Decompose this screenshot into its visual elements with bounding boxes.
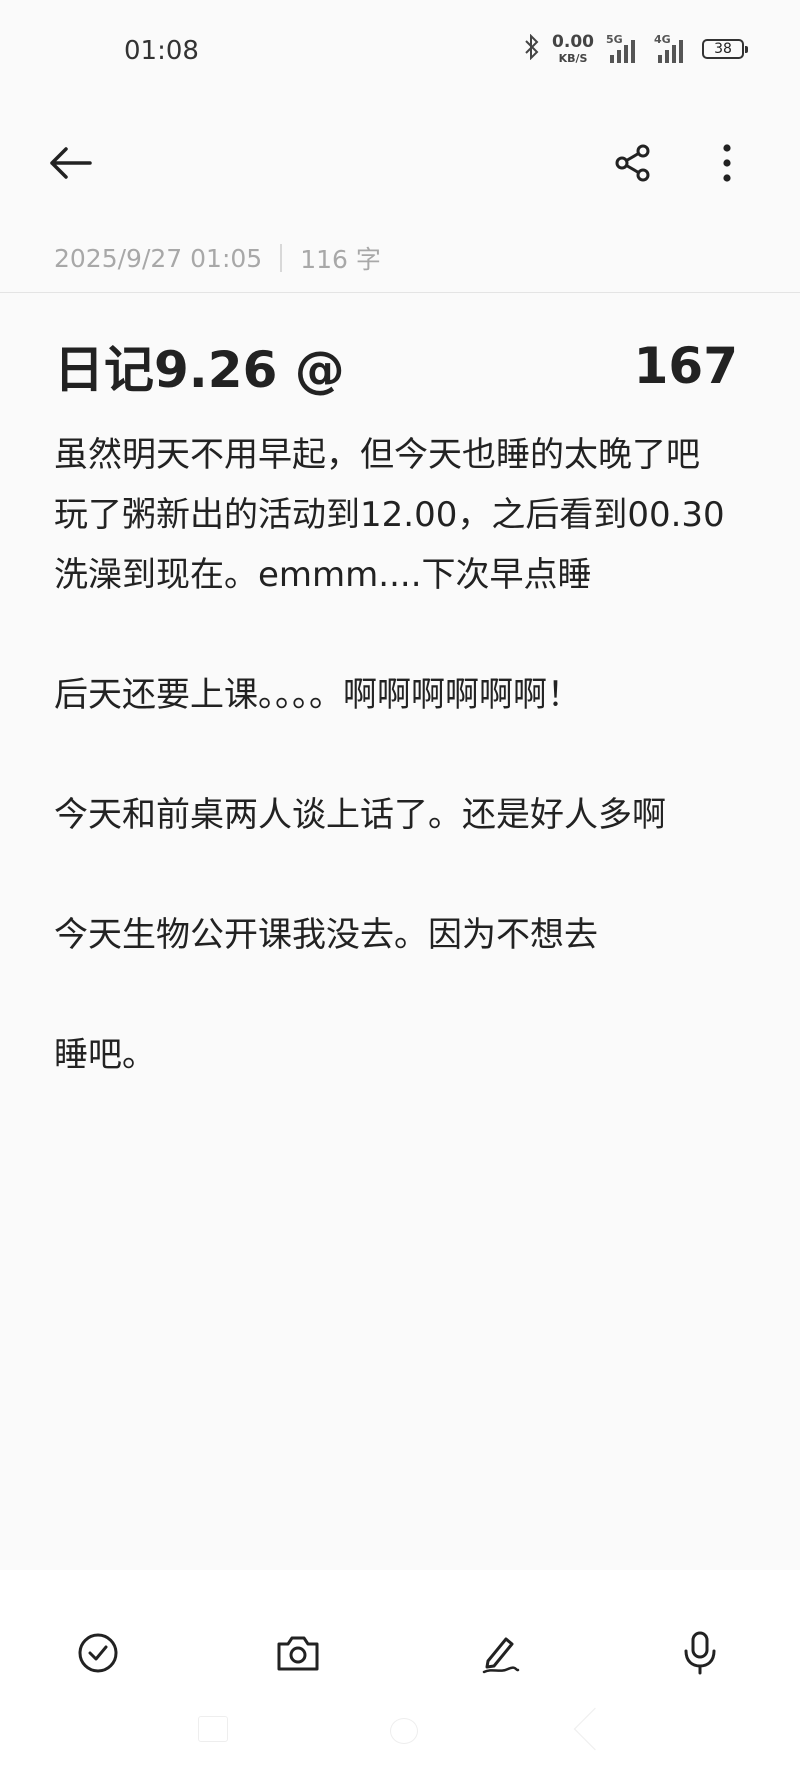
note-body-editor[interactable]: 虽然明天不用早起，但今天也睡的太晚了吧 玩了粥新出的活动到12.00，之后看到0…: [54, 425, 754, 1085]
network-speed: 0.00 KB/S: [552, 32, 594, 65]
body-blank-line: [54, 965, 754, 1025]
checklist-icon: [76, 1631, 120, 1679]
meta-separator: [280, 244, 283, 272]
checklist-button[interactable]: [68, 1625, 128, 1685]
note-title-number: 167: [633, 337, 738, 395]
back-button[interactable]: [40, 135, 100, 195]
note-toolbar: [0, 130, 800, 200]
camera-icon: [275, 1632, 321, 1678]
network-speed-unit: KB/S: [558, 52, 588, 65]
more-vertical-icon: [721, 143, 733, 187]
share-button[interactable]: [603, 135, 663, 195]
note-title-field[interactable]: 日记9.26 @ 167: [54, 330, 738, 402]
body-line: 今天和前桌两人谈上话了。还是好人多啊: [54, 795, 666, 835]
note-word-count: 116 字: [300, 245, 381, 274]
body-line: 洗澡到现在。emmm....下次早点睡: [54, 555, 592, 595]
body-blank-line: [54, 605, 754, 665]
network-speed-value: 0.00: [552, 32, 594, 52]
signal-4g-icon: 4G: [654, 33, 690, 63]
voice-input-button[interactable]: [670, 1625, 730, 1685]
battery-level: 38: [714, 41, 732, 57]
recents-nav-icon[interactable]: [198, 1716, 228, 1742]
battery-icon: 38: [702, 39, 748, 59]
body-line: 睡吧。: [54, 1035, 156, 1075]
handwriting-button[interactable]: [470, 1625, 530, 1685]
back-nav-icon[interactable]: [573, 1707, 617, 1751]
signal-5g-icon: 5G: [606, 33, 642, 63]
more-options-button[interactable]: [697, 135, 757, 195]
camera-button[interactable]: [268, 1625, 328, 1685]
system-navigation: [0, 1707, 800, 1751]
note-title: 日记9.26 @: [54, 341, 345, 399]
handwriting-pen-icon: [478, 1631, 522, 1679]
back-arrow-icon: [48, 146, 92, 184]
body-line: 今天生物公开课我没去。因为不想去: [54, 915, 598, 955]
note-date: 2025/9/27 01:05: [54, 243, 263, 273]
microphone-icon: [682, 1630, 718, 1680]
note-meta: 2025/9/27 01:05 116 字: [54, 240, 381, 276]
status-icons: 0.00 KB/S 5G 4G 38: [524, 32, 748, 65]
share-icon: [613, 143, 653, 187]
body-blank-line: [54, 725, 754, 785]
body-line: 后天还要上课。。。。啊啊啊啊啊啊！: [54, 675, 581, 715]
home-nav-icon[interactable]: [390, 1718, 418, 1744]
status-time: 01:08: [124, 36, 199, 66]
body-blank-line: [54, 845, 754, 905]
body-line: 玩了粥新出的活动到12.00，之后看到00.30: [54, 495, 725, 535]
body-line: 虽然明天不用早起，但今天也睡的太晚了吧: [54, 435, 700, 475]
header-divider: [0, 292, 800, 293]
bluetooth-icon: [524, 33, 540, 64]
status-bar: 01:08 0.00 KB/S 5G 4G 38: [0, 0, 800, 100]
